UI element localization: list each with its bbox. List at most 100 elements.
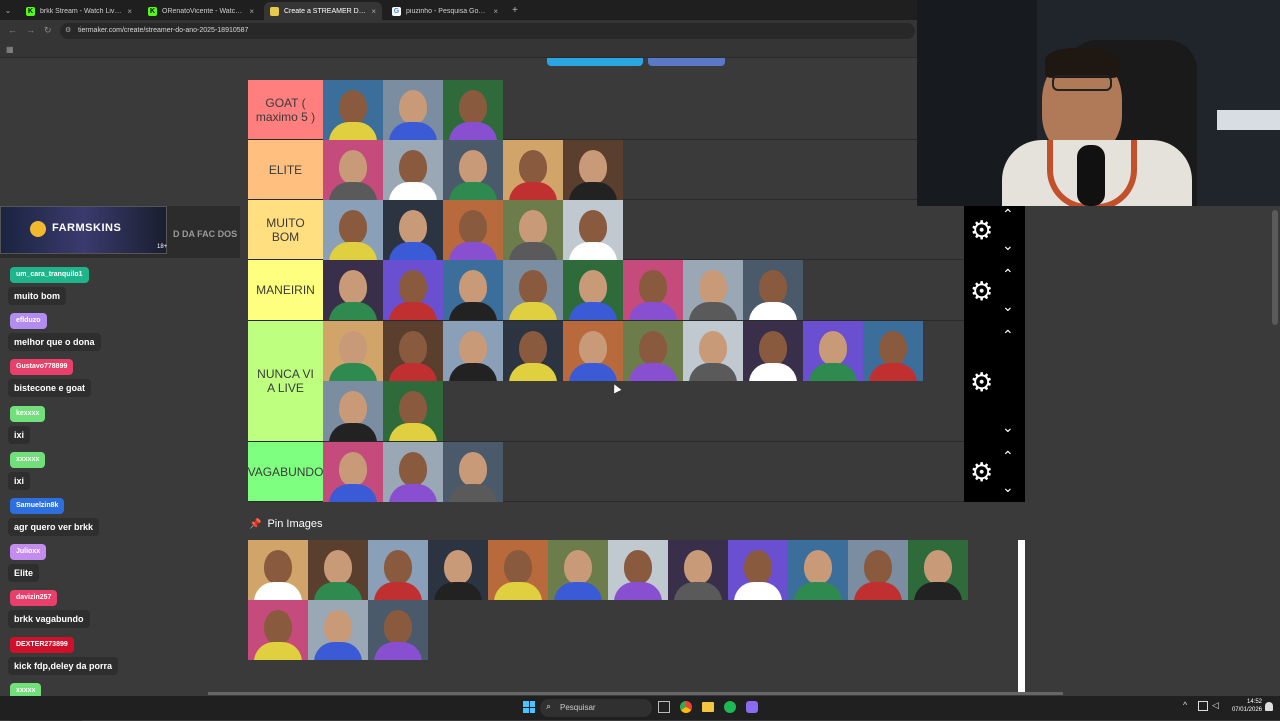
close-tab-icon[interactable]: × (371, 7, 376, 16)
streamer-image[interactable] (503, 140, 563, 200)
streamer-image[interactable] (548, 540, 608, 600)
streamer-image[interactable] (743, 321, 803, 381)
tier-label[interactable]: MUITO BOM (248, 200, 323, 259)
streamer-image[interactable] (323, 321, 383, 381)
streamer-image[interactable] (563, 140, 623, 200)
chevron-down-icon[interactable]: ⌄ (1002, 479, 1014, 496)
chevron-up-icon[interactable]: ⌃ (1002, 206, 1014, 223)
streamer-image[interactable] (443, 321, 503, 381)
streamer-image[interactable] (503, 321, 563, 381)
chevron-up-icon[interactable]: ⌃ (1002, 448, 1014, 465)
apps-icon[interactable]: ▦ (6, 45, 14, 54)
tier-label[interactable]: GOAT ( maximo 5 ) (248, 80, 323, 139)
network-icon[interactable] (1198, 701, 1208, 711)
streamer-image[interactable] (668, 540, 728, 600)
streamer-image[interactable] (728, 540, 788, 600)
streamer-image[interactable] (563, 321, 623, 381)
windows-start-icon[interactable] (523, 701, 535, 713)
notification-icon[interactable] (1265, 702, 1273, 711)
streamer-image[interactable] (623, 321, 683, 381)
gear-icon[interactable]: ⚙ (970, 459, 993, 485)
task-view-icon[interactable] (658, 701, 670, 713)
streamer-image[interactable] (383, 200, 443, 260)
chevron-up-icon[interactable]: ⌃ (1002, 266, 1014, 283)
streamer-image[interactable] (683, 321, 743, 381)
streamer-image[interactable] (383, 321, 443, 381)
close-tab-icon[interactable]: × (127, 7, 132, 16)
streamer-image[interactable] (863, 321, 923, 381)
streamer-image[interactable] (308, 600, 368, 660)
streamer-image[interactable] (443, 80, 503, 140)
file-explorer-icon[interactable] (702, 702, 714, 712)
tab-list-chevron-icon[interactable]: ⌄ (0, 2, 16, 20)
gear-icon[interactable]: ⚙ (970, 278, 993, 304)
pin-scrollbar[interactable] (1018, 540, 1025, 694)
streamer-image[interactable] (683, 260, 743, 320)
streamer-image[interactable] (248, 600, 308, 660)
horizontal-scrollbar[interactable] (208, 692, 1063, 695)
chevron-down-icon[interactable]: ⌄ (1002, 237, 1014, 254)
streamer-image[interactable] (428, 540, 488, 600)
streamer-image[interactable] (323, 200, 383, 260)
streamer-image[interactable] (323, 260, 383, 320)
streamer-image[interactable] (308, 540, 368, 600)
streamer-image[interactable] (488, 540, 548, 600)
url-field[interactable]: ⚙ tiermaker.com/create/streamer-do-ano-2… (60, 23, 915, 39)
close-tab-icon[interactable]: × (249, 7, 254, 16)
tier-label[interactable]: ELITE (248, 140, 323, 199)
gear-icon[interactable]: ⚙ (970, 217, 993, 243)
streamer-image[interactable] (323, 381, 383, 441)
streamer-image[interactable] (443, 442, 503, 502)
streamer-image[interactable] (323, 140, 383, 200)
taskbar-search[interactable]: ⌕ Pesquisar (540, 699, 652, 717)
new-tab-button[interactable]: + (512, 2, 518, 20)
streamer-image[interactable] (383, 80, 443, 140)
tier-label[interactable]: VAGABUNDO (248, 442, 323, 501)
tier-label[interactable]: NUNCA VI A LIVE (248, 321, 323, 441)
chevron-down-icon[interactable]: ⌄ (1002, 419, 1014, 436)
streamer-image[interactable] (368, 600, 428, 660)
streamer-image[interactable] (503, 260, 563, 320)
browser-tab[interactable]: Create a STREAMER DO ANO 2 × (264, 2, 382, 20)
streamer-image[interactable] (383, 442, 443, 502)
discord-icon[interactable] (746, 701, 758, 713)
streamer-image[interactable] (443, 260, 503, 320)
streamer-image[interactable] (383, 381, 443, 441)
page-scrollbar[interactable] (1272, 210, 1278, 325)
secondary-button[interactable] (648, 58, 725, 66)
streamer-image[interactable] (608, 540, 668, 600)
streamer-image[interactable] (848, 540, 908, 600)
browser-tab[interactable]: K ORenatoVicente - Watch the Vi × (142, 2, 260, 20)
spotify-icon[interactable] (724, 701, 736, 713)
save-download-button[interactable] (547, 58, 643, 66)
reload-icon[interactable]: ↻ (44, 25, 52, 36)
close-tab-icon[interactable]: × (493, 7, 498, 16)
streamer-image[interactable] (248, 540, 308, 600)
streamer-image[interactable] (368, 540, 428, 600)
back-icon[interactable]: ← (8, 25, 17, 35)
streamer-image[interactable] (383, 140, 443, 200)
chrome-icon[interactable] (680, 701, 692, 713)
chevron-up-icon[interactable]: ⌃ (1002, 327, 1014, 344)
forward-icon[interactable]: → (26, 25, 35, 35)
streamer-image[interactable] (743, 260, 803, 320)
tier-label[interactable]: MANEIRIN (248, 260, 323, 320)
site-info-icon[interactable]: ⚙ (65, 23, 71, 39)
streamer-image[interactable] (908, 540, 968, 600)
streamer-image[interactable] (323, 80, 383, 140)
streamer-image[interactable] (443, 200, 503, 260)
streamer-image[interactable] (563, 260, 623, 320)
chevron-down-icon[interactable]: ⌄ (1002, 298, 1014, 315)
streamer-image[interactable] (623, 260, 683, 320)
streamer-image[interactable] (803, 321, 863, 381)
streamer-image[interactable] (788, 540, 848, 600)
browser-tab[interactable]: Kbrkk Stream - Watch Live on Ki × (20, 2, 138, 20)
gear-icon[interactable]: ⚙ (970, 369, 993, 395)
browser-tab[interactable]: Gpiuzinho - Pesquisa Google × (386, 2, 504, 20)
tray-chevron-icon[interactable]: ^ (1183, 700, 1187, 710)
streamer-image[interactable] (323, 442, 383, 502)
streamer-image[interactable] (383, 260, 443, 320)
streamer-image[interactable] (503, 200, 563, 260)
volume-icon[interactable]: ◁ (1212, 700, 1219, 711)
streamer-image[interactable] (443, 140, 503, 200)
